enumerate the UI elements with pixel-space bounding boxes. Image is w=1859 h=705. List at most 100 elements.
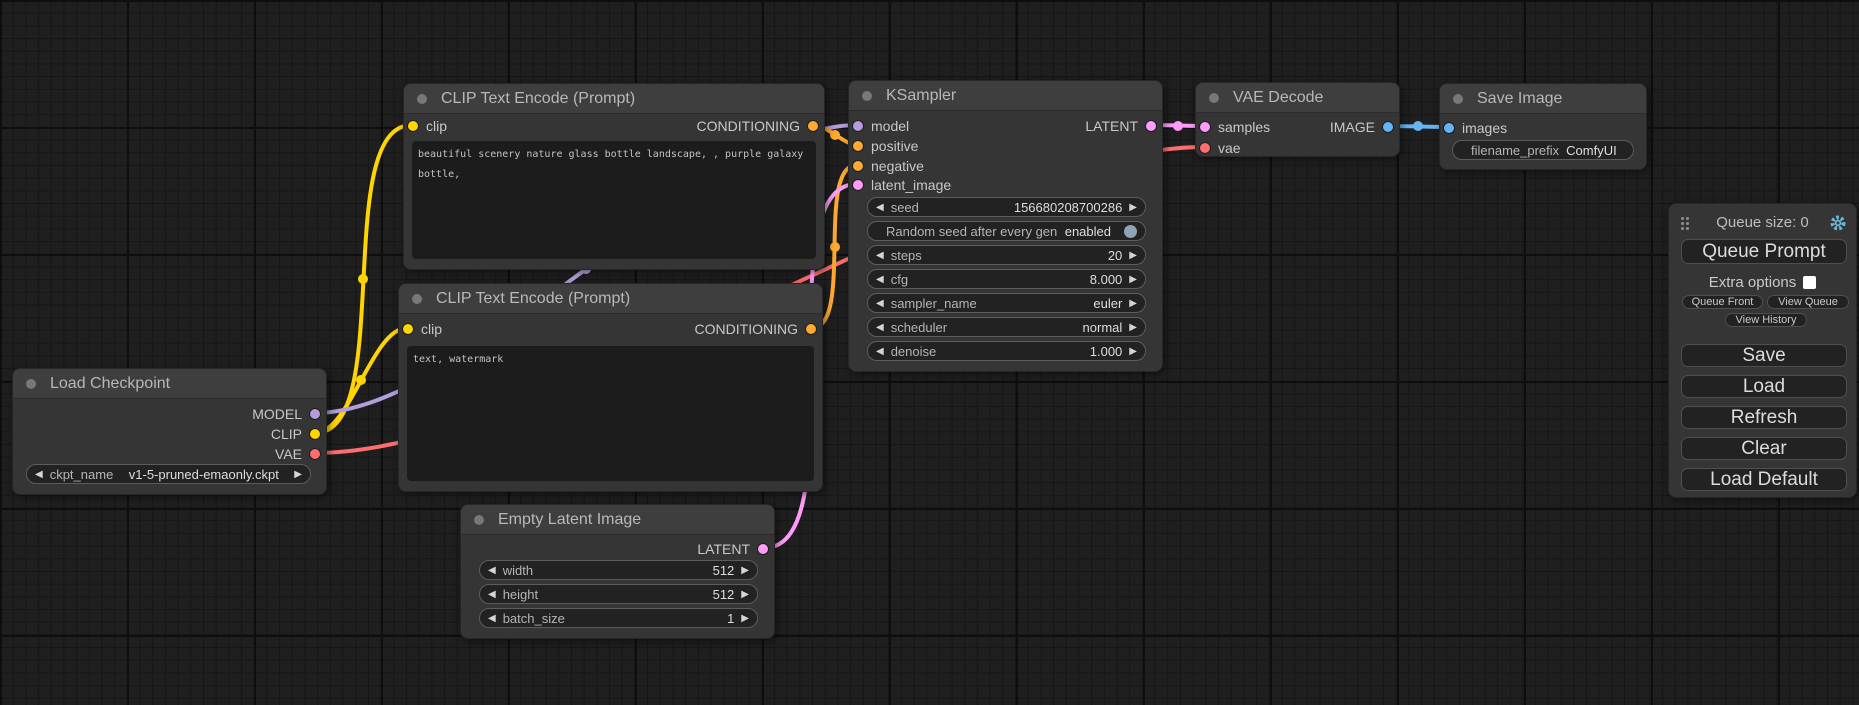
save-button[interactable]: Save <box>1681 344 1847 367</box>
widget-steps[interactable]: ◀ steps 20 ▶ <box>867 245 1146 265</box>
queue-front-button[interactable]: Queue Front <box>1682 295 1763 309</box>
output-dot-latent[interactable] <box>1146 121 1156 131</box>
node-save-image[interactable]: Save Image images filename_prefix ComfyU… <box>1439 83 1647 170</box>
input-slot-positive[interactable]: positive <box>853 136 918 156</box>
input-slot-samples[interactable]: samples <box>1200 117 1270 137</box>
decrement-arrow-icon[interactable]: ◀ <box>876 274 884 285</box>
increment-arrow-icon[interactable]: ▶ <box>1129 202 1137 213</box>
increment-arrow-icon[interactable]: ▶ <box>294 469 302 480</box>
load-button[interactable]: Load <box>1681 375 1847 398</box>
output-dot-clip[interactable] <box>310 429 320 439</box>
node-vae-decode[interactable]: VAE Decode samples vae IMAGE <box>1195 82 1400 157</box>
node-clip-text-encode-negative[interactable]: CLIP Text Encode (Prompt) clip CONDITION… <box>398 283 823 492</box>
decrement-arrow-icon[interactable]: ◀ <box>876 346 884 357</box>
increment-arrow-icon[interactable]: ▶ <box>1129 298 1137 309</box>
input-dot-positive[interactable] <box>853 141 863 151</box>
input-dot-vae[interactable] <box>1200 143 1210 153</box>
collapse-dot[interactable] <box>412 294 422 304</box>
node-title-bar[interactable]: CLIP Text Encode (Prompt) <box>399 284 822 314</box>
increment-arrow-icon[interactable]: ▶ <box>741 613 749 624</box>
node-load-checkpoint[interactable]: Load Checkpoint MODEL CLIP VAE ◀ ckpt_na… <box>12 368 327 495</box>
widget-cfg[interactable]: ◀ cfg 8.000 ▶ <box>867 269 1146 289</box>
input-slot-latent-image[interactable]: latent_image <box>853 175 951 195</box>
clear-button[interactable]: Clear <box>1681 437 1847 460</box>
decrement-arrow-icon[interactable]: ◀ <box>488 589 496 600</box>
input-slot-images[interactable]: images <box>1444 118 1507 138</box>
output-slot-image[interactable]: IMAGE <box>1330 117 1393 137</box>
widget-scheduler[interactable]: ◀ scheduler normal ▶ <box>867 317 1146 337</box>
comfyui-canvas[interactable]: { "nodes": { "load_checkpoint": { "title… <box>0 0 1859 705</box>
node-clip-text-encode-positive[interactable]: CLIP Text Encode (Prompt) clip CONDITION… <box>403 83 825 270</box>
output-slot-clip[interactable]: CLIP <box>271 424 320 444</box>
increment-arrow-icon[interactable]: ▶ <box>741 589 749 600</box>
input-dot-images[interactable] <box>1444 123 1454 133</box>
input-slot-vae[interactable]: vae <box>1200 138 1241 158</box>
widget-random-seed-toggle[interactable]: Random seed after every gen enabled <box>867 221 1146 241</box>
collapse-dot[interactable] <box>417 94 427 104</box>
node-title-bar[interactable]: CLIP Text Encode (Prompt) <box>404 84 824 114</box>
extra-options-checkbox[interactable] <box>1803 276 1816 289</box>
decrement-arrow-icon[interactable]: ◀ <box>35 469 43 480</box>
widget-ckpt-name[interactable]: ◀ ckpt_name v1-5-pruned-emaonly.ckpt ▶ <box>26 464 311 484</box>
input-dot-model[interactable] <box>853 121 863 131</box>
node-title-bar[interactable]: VAE Decode <box>1196 83 1399 113</box>
node-title-bar[interactable]: Load Checkpoint <box>13 369 326 399</box>
decrement-arrow-icon[interactable]: ◀ <box>876 298 884 309</box>
input-dot-samples[interactable] <box>1200 122 1210 132</box>
input-dot-negative[interactable] <box>853 161 863 171</box>
increment-arrow-icon[interactable]: ▶ <box>1129 274 1137 285</box>
widget-height[interactable]: ◀ height 512 ▶ <box>479 584 758 604</box>
increment-arrow-icon[interactable]: ▶ <box>1129 346 1137 357</box>
widget-width[interactable]: ◀ width 512 ▶ <box>479 560 758 580</box>
input-slot-clip[interactable]: clip <box>403 319 442 339</box>
input-dot-clip[interactable] <box>408 121 418 131</box>
decrement-arrow-icon[interactable]: ◀ <box>488 613 496 624</box>
node-title-bar[interactable]: Save Image <box>1440 84 1646 114</box>
refresh-button[interactable]: Refresh <box>1681 406 1847 429</box>
increment-arrow-icon[interactable]: ▶ <box>1129 322 1137 333</box>
output-slot-latent[interactable]: LATENT <box>697 539 768 559</box>
view-history-button[interactable]: View History <box>1725 313 1807 327</box>
collapse-dot[interactable] <box>1209 93 1219 103</box>
collapse-dot[interactable] <box>1453 94 1463 104</box>
node-empty-latent-image[interactable]: Empty Latent Image LATENT ◀ width 512 ▶ … <box>460 504 775 639</box>
collapse-dot[interactable] <box>862 91 872 101</box>
settings-gear-icon[interactable] <box>1829 214 1847 237</box>
widget-filename-prefix[interactable]: filename_prefix ComfyUI <box>1452 140 1634 160</box>
output-slot-conditioning[interactable]: CONDITIONING <box>695 319 816 339</box>
prompt-textarea[interactable]: text, watermark <box>407 346 814 481</box>
collapse-dot[interactable] <box>26 379 36 389</box>
toggle-knob[interactable] <box>1124 225 1137 238</box>
input-dot-latent-image[interactable] <box>853 180 863 190</box>
widget-batch-size[interactable]: ◀ batch_size 1 ▶ <box>479 608 758 628</box>
node-title-bar[interactable]: KSampler <box>849 81 1162 111</box>
output-dot-model[interactable] <box>310 409 320 419</box>
node-ksampler[interactable]: KSampler model positive negative latent_… <box>848 80 1163 372</box>
input-slot-negative[interactable]: negative <box>853 156 924 176</box>
widget-denoise[interactable]: ◀ denoise 1.000 ▶ <box>867 341 1146 361</box>
drag-handle-icon[interactable] <box>1681 217 1689 230</box>
output-dot-conditioning[interactable] <box>806 324 816 334</box>
output-slot-conditioning[interactable]: CONDITIONING <box>697 116 818 136</box>
output-slot-vae[interactable]: VAE <box>275 444 320 464</box>
input-slot-model[interactable]: model <box>853 116 909 136</box>
load-default-button[interactable]: Load Default <box>1681 468 1847 491</box>
node-title-bar[interactable]: Empty Latent Image <box>461 505 774 535</box>
decrement-arrow-icon[interactable]: ◀ <box>876 202 884 213</box>
prompt-textarea[interactable]: beautiful scenery nature glass bottle la… <box>412 141 816 259</box>
collapse-dot[interactable] <box>474 515 484 525</box>
output-slot-latent[interactable]: LATENT <box>1085 116 1156 136</box>
increment-arrow-icon[interactable]: ▶ <box>741 565 749 576</box>
input-dot-clip[interactable] <box>403 324 413 334</box>
queue-prompt-button[interactable]: Queue Prompt <box>1681 239 1847 264</box>
widget-sampler-name[interactable]: ◀ sampler_name euler ▶ <box>867 293 1146 313</box>
input-slot-clip[interactable]: clip <box>408 116 447 136</box>
widget-seed[interactable]: ◀ seed 156680208700286 ▶ <box>867 197 1146 217</box>
decrement-arrow-icon[interactable]: ◀ <box>488 565 496 576</box>
output-dot-image[interactable] <box>1383 122 1393 132</box>
output-dot-vae[interactable] <box>310 449 320 459</box>
decrement-arrow-icon[interactable]: ◀ <box>876 250 884 261</box>
output-dot-latent[interactable] <box>758 544 768 554</box>
output-dot-conditioning[interactable] <box>808 121 818 131</box>
decrement-arrow-icon[interactable]: ◀ <box>876 322 884 333</box>
